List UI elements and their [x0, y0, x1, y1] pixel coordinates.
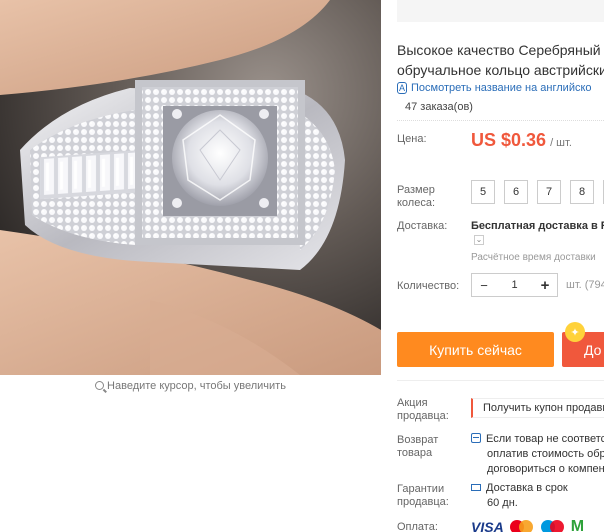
size-option[interactable]: 6 — [504, 180, 528, 204]
payment-label: Оплата: — [397, 521, 438, 532]
shipping-label: Доставка: — [397, 220, 448, 232]
product-image[interactable] — [0, 0, 381, 375]
shipping-estimate: Расчётное время доставки — [471, 252, 596, 263]
seller-promo-label-line2: продавца: — [397, 410, 449, 422]
guarantee-days: 60 дн. — [487, 497, 518, 509]
returns-info: Если товар не соответс оплатив стоимость… — [471, 432, 604, 477]
maestro-icon — [540, 519, 566, 532]
visa-logo: VISA — [471, 519, 504, 532]
returns-line2: оплатив стоимость обра — [487, 448, 604, 460]
quantity-stepper: − 1 + — [471, 273, 558, 297]
top-strip — [397, 0, 604, 22]
quantity-available: шт. (794 — [566, 279, 604, 291]
size-label-line1: Размер — [397, 184, 435, 196]
quantity-label: Количество: — [397, 280, 460, 292]
get-seller-coupon-button[interactable]: Получить купон продавца — [471, 398, 604, 418]
returns-line1: Если товар не соответс — [486, 433, 604, 445]
price: US $0.36/ шт. — [471, 130, 572, 151]
divider — [397, 120, 604, 121]
size-option[interactable]: 5 — [471, 180, 495, 204]
size-option[interactable]: 8 — [570, 180, 594, 204]
quantity-increase-button[interactable]: + — [533, 274, 557, 296]
payment-methods: VISA M — [471, 518, 584, 532]
zoom-hint: Наведите курсор, чтобы увеличить — [0, 380, 381, 392]
size-options: 5 6 7 8 — [471, 180, 604, 204]
guarantee-info: Доставка в срок 60 дн. — [471, 481, 568, 511]
shield-icon — [471, 433, 481, 443]
zoom-hint-text: Наведите курсор, чтобы увеличить — [107, 380, 286, 392]
product-title-line2: обручальное кольцо австрийский — [397, 62, 604, 78]
view-english-title-link[interactable]: A Посмотреть название на английско — [397, 82, 592, 94]
guarantee-label-line1: Гарантии — [397, 483, 445, 495]
mastercard-icon — [509, 519, 535, 532]
truck-icon — [471, 484, 481, 491]
returns-label-line1: Возврат — [397, 434, 439, 446]
price-value: US $0.36 — [471, 130, 547, 150]
payment-m-logo: M — [570, 518, 585, 532]
product-details-panel: Высокое качество Серебряный цв обручальн… — [381, 0, 604, 532]
ring-photo — [0, 0, 381, 375]
quantity-decrease-button[interactable]: − — [472, 274, 496, 296]
orders-count: 47 заказа(ов) — [405, 101, 473, 113]
returns-line3: договориться о компен — [487, 463, 604, 475]
product-title: Высокое качество Серебряный цв обручальн… — [397, 40, 604, 80]
guarantee-delivery: Доставка в срок — [486, 482, 568, 494]
guarantee-label: Гарантии продавца: — [397, 483, 449, 509]
size-option[interactable]: 7 — [537, 180, 561, 204]
seller-promo-label-line1: Акция — [397, 397, 428, 409]
price-label: Цена: — [397, 133, 427, 145]
translate-icon: A — [397, 82, 408, 94]
magnifier-icon — [95, 381, 105, 390]
divider — [397, 380, 604, 381]
returns-label: Возврат товара — [397, 434, 438, 460]
buy-now-button[interactable]: Купить сейчас — [397, 332, 554, 367]
size-label-line2: колеса: — [397, 197, 436, 209]
translate-link-text: Посмотреть название на английско — [411, 82, 592, 94]
returns-label-line2: товара — [397, 447, 433, 459]
star-badge-icon: ✦ — [565, 322, 585, 342]
guarantee-label-line2: продавца: — [397, 496, 449, 508]
shipping-method[interactable]: Бесплатная доставка в Ru — [471, 220, 604, 232]
price-unit: / шт. — [550, 137, 572, 149]
size-label: Размер колеса: — [397, 184, 435, 210]
seller-promo-label: Акция продавца: — [397, 397, 449, 423]
quantity-input[interactable]: 1 — [496, 274, 533, 296]
product-title-line1: Высокое качество Серебряный цв — [397, 42, 604, 58]
chevron-down-icon[interactable]: ⌄ — [474, 235, 484, 245]
